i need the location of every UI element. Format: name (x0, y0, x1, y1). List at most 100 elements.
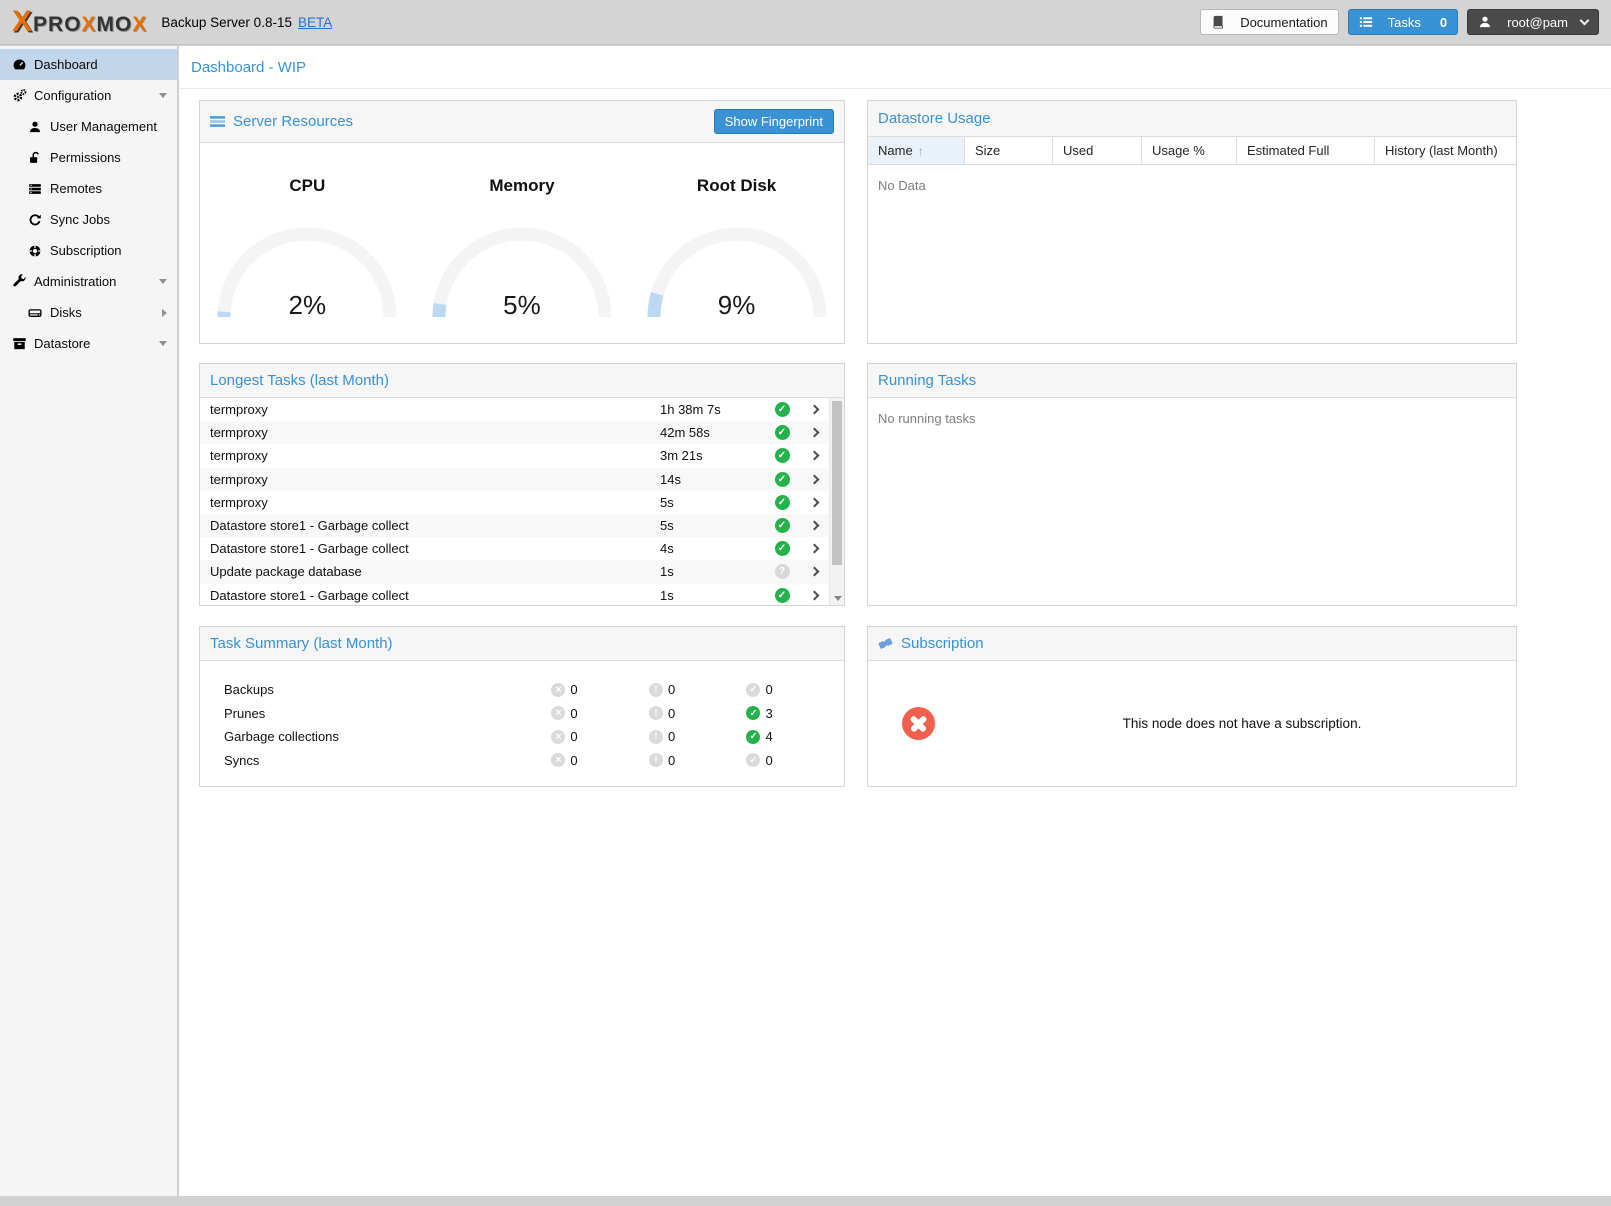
show-fingerprint-button[interactable]: Show Fingerprint (714, 109, 834, 134)
scrollbar[interactable] (829, 398, 844, 605)
task-name: termproxy (200, 495, 660, 510)
documentation-label: Documentation (1240, 15, 1327, 30)
summary-row-backups: Backups 0 0 0 (200, 678, 844, 702)
sidebar-item-label: Subscription (50, 243, 122, 258)
scrollbar-down-arrow-icon[interactable] (834, 596, 842, 601)
sidebar-item-datastore[interactable]: Datastore (0, 328, 177, 359)
task-duration: 4s (660, 541, 765, 556)
error-count: 0 (570, 753, 577, 768)
column-header-estimated-full[interactable]: Estimated Full (1237, 137, 1375, 164)
chevron-down-icon[interactable] (159, 279, 167, 284)
panel-title: Running Tasks (878, 372, 976, 389)
ok-count: 0 (765, 753, 772, 768)
user-icon (1478, 15, 1492, 29)
error-count: 0 (570, 729, 577, 744)
sidebar: Dashboard Configuration User Management … (0, 46, 178, 1196)
sidebar-item-permissions[interactable]: Permissions (0, 142, 177, 173)
status-ok-icon (775, 425, 790, 440)
sort-asc-icon: ↑ (918, 144, 924, 158)
task-row[interactable]: termproxy 5s (200, 491, 829, 514)
task-row[interactable]: termproxy 3m 21s (200, 444, 829, 467)
archive-box-icon (10, 336, 28, 351)
summary-label: Syncs (200, 753, 551, 768)
task-row[interactable]: Datastore store1 - Garbage collect 1s (200, 584, 829, 606)
ok-count-icon (746, 753, 760, 767)
ok-count: 4 (765, 729, 772, 744)
chevron-down-icon[interactable] (159, 341, 167, 346)
warning-count: 0 (668, 706, 675, 721)
beta-link[interactable]: BETA (298, 15, 332, 30)
panel-title: Longest Tasks (last Month) (210, 372, 389, 389)
main-content: Dashboard - WIP Server Resources Show Fi… (179, 46, 1611, 1196)
warning-count: 0 (668, 729, 675, 744)
panel-title: Subscription (901, 635, 984, 652)
chevron-right-icon[interactable] (799, 476, 829, 483)
task-name: Datastore store1 - Garbage collect (200, 541, 660, 556)
error-count-icon (551, 753, 565, 767)
task-duration: 42m 58s (660, 425, 765, 440)
chevron-right-icon[interactable] (799, 499, 829, 506)
sidebar-item-dashboard[interactable]: Dashboard (0, 49, 177, 80)
task-row[interactable]: Datastore store1 - Garbage collect 4s (200, 537, 829, 560)
chevron-right-icon[interactable] (799, 429, 829, 436)
unlock-icon (26, 151, 44, 165)
user-icon (26, 120, 44, 134)
no-data-text: No Data (868, 165, 1516, 206)
tasks-button[interactable]: Tasks 0 (1348, 9, 1458, 35)
cpu-gauge: CPU 2% (200, 176, 415, 319)
status-ok-icon (775, 402, 790, 417)
summary-label: Prunes (200, 706, 551, 721)
task-duration: 1h 38m 7s (660, 402, 765, 417)
sidebar-item-sync-jobs[interactable]: Sync Jobs (0, 204, 177, 235)
sidebar-item-configuration[interactable]: Configuration (0, 80, 177, 111)
chevron-right-icon[interactable] (799, 592, 829, 599)
chevron-right-icon[interactable] (162, 309, 167, 317)
status-unknown-icon (775, 564, 790, 579)
column-header-name[interactable]: Name↑ (868, 137, 965, 164)
task-name: Datastore store1 - Garbage collect (200, 588, 660, 603)
sidebar-item-label: Configuration (34, 88, 111, 103)
error-count-icon (551, 706, 565, 720)
page-title: Dashboard - WIP (179, 46, 1611, 89)
task-row[interactable]: termproxy 42m 58s (200, 421, 829, 444)
task-duration: 3m 21s (660, 448, 765, 463)
wrench-icon (10, 274, 28, 289)
task-summary-panel: Task Summary (last Month) Backups 0 0 0 … (199, 626, 845, 787)
gauge-label: Memory (415, 176, 630, 196)
chevron-down-icon[interactable] (159, 93, 167, 98)
task-row[interactable]: termproxy 14s (200, 468, 829, 491)
sidebar-item-label: User Management (50, 119, 157, 134)
warning-count-icon (649, 730, 663, 744)
chevron-right-icon[interactable] (799, 545, 829, 552)
logo-text: MO (97, 13, 133, 37)
task-row[interactable]: Datastore store1 - Garbage collect 5s (200, 514, 829, 537)
chevron-right-icon[interactable] (799, 452, 829, 459)
scrollbar-thumb[interactable] (832, 401, 842, 565)
logo-text: X (82, 13, 97, 37)
sidebar-item-remotes[interactable]: Remotes (0, 173, 177, 204)
task-row[interactable]: termproxy 1h 38m 7s (200, 398, 829, 421)
datastore-table-header: Name↑ Size Used Usage % Estimated Full H… (868, 137, 1516, 165)
column-header-usage-pct[interactable]: Usage % (1142, 137, 1237, 164)
chevron-right-icon[interactable] (799, 406, 829, 413)
task-row[interactable]: Update package database 1s (200, 560, 829, 583)
chevron-right-icon[interactable] (799, 568, 829, 575)
column-header-used[interactable]: Used (1053, 137, 1142, 164)
panel-title: Task Summary (last Month) (210, 635, 393, 652)
sidebar-item-user-management[interactable]: User Management (0, 111, 177, 142)
status-ok-icon (775, 495, 790, 510)
documentation-button[interactable]: Documentation (1200, 9, 1338, 35)
task-list-icon (1359, 15, 1373, 29)
sidebar-item-subscription[interactable]: Subscription (0, 235, 177, 266)
task-name: termproxy (200, 425, 660, 440)
sidebar-item-administration[interactable]: Administration (0, 266, 177, 297)
sidebar-item-disks[interactable]: Disks (0, 297, 177, 328)
column-header-history[interactable]: History (last Month) (1375, 137, 1516, 164)
server-resources-icon (210, 114, 225, 129)
chevron-right-icon[interactable] (799, 522, 829, 529)
proxmox-x-logo-icon: X (12, 7, 31, 37)
user-menu-button[interactable]: root@pam (1467, 9, 1599, 35)
chevron-down-icon (1580, 16, 1590, 26)
column-header-size[interactable]: Size (965, 137, 1053, 164)
subscription-message: This node does not have a subscription. (968, 716, 1516, 731)
